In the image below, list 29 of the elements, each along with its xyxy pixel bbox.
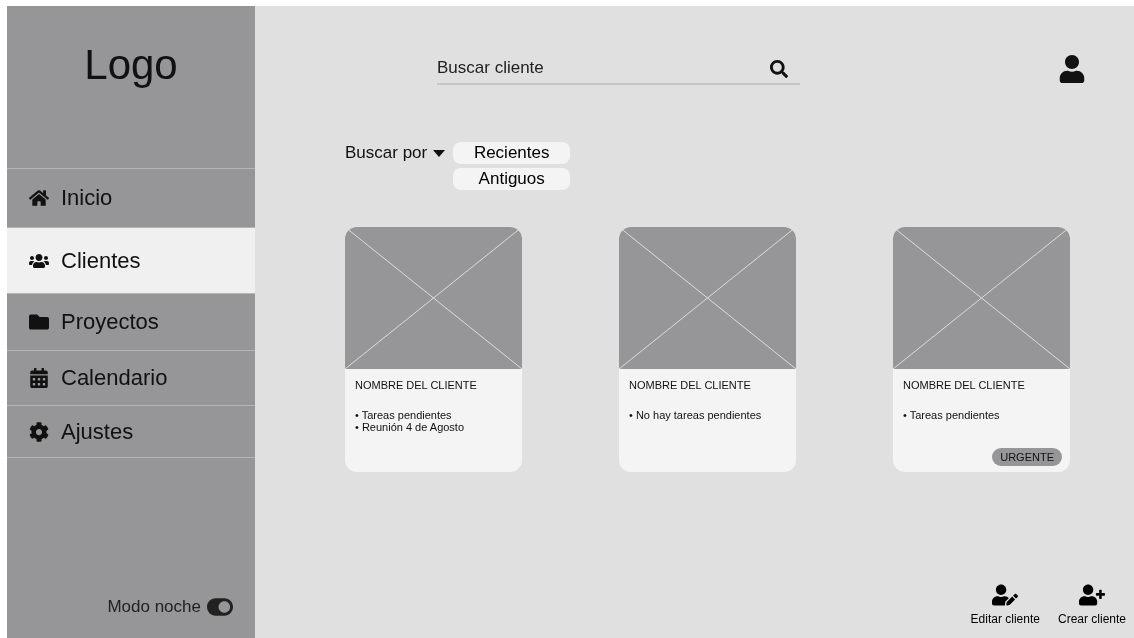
settings-icon: [29, 421, 49, 442]
search-field[interactable]: Buscar cliente: [437, 53, 800, 85]
user-icon[interactable]: [1058, 55, 1086, 83]
task-note: • Tareas pendientes: [903, 409, 1001, 421]
urgent-badge: URGENTE: [992, 448, 1062, 466]
client-name: NOMBRE DEL CLIENTE: [629, 379, 752, 391]
nav-item[interactable]: Clientes: [7, 228, 255, 294]
folder-icon: [29, 312, 49, 332]
caret-icon: [433, 149, 446, 157]
task-note: • Reunión 4 de Agosto: [355, 421, 466, 433]
sort-option[interactable]: Antiguos: [453, 168, 571, 190]
search-icon[interactable]: [770, 60, 788, 78]
logo: Logo: [84, 40, 178, 90]
user-plus-icon: [1079, 582, 1105, 608]
sort-dropdown[interactable]: Buscar por: [345, 142, 446, 164]
night-mode-label: Modo noche: [107, 597, 201, 617]
client-card[interactable]: NOMBRE DEL CLIENTE • Tareas pendientes • Reunión 4 de Agosto: [345, 227, 522, 472]
home-icon: [29, 188, 49, 208]
client-name: NOMBRE DEL CLIENTE: [903, 379, 1026, 391]
client-name: NOMBRE DEL CLIENTE: [355, 379, 478, 391]
client-card[interactable]: NOMBRE DEL CLIENTE • No hay tareas pendientes: [619, 227, 796, 472]
action-button[interactable]: Editar cliente: [970, 582, 1040, 626]
user-edit-icon: [992, 582, 1019, 608]
sort-option[interactable]: Recientes: [453, 142, 571, 164]
client-card[interactable]: NOMBRE DEL CLIENTE • Tareas pendientes URGENTE: [893, 227, 1070, 472]
action-button[interactable]: Crear cliente: [1057, 582, 1126, 626]
task-note: • No hay tareas pendientes: [629, 409, 763, 421]
task-note: • Tareas pendientes: [355, 409, 453, 421]
calendar-icon: [29, 368, 49, 388]
